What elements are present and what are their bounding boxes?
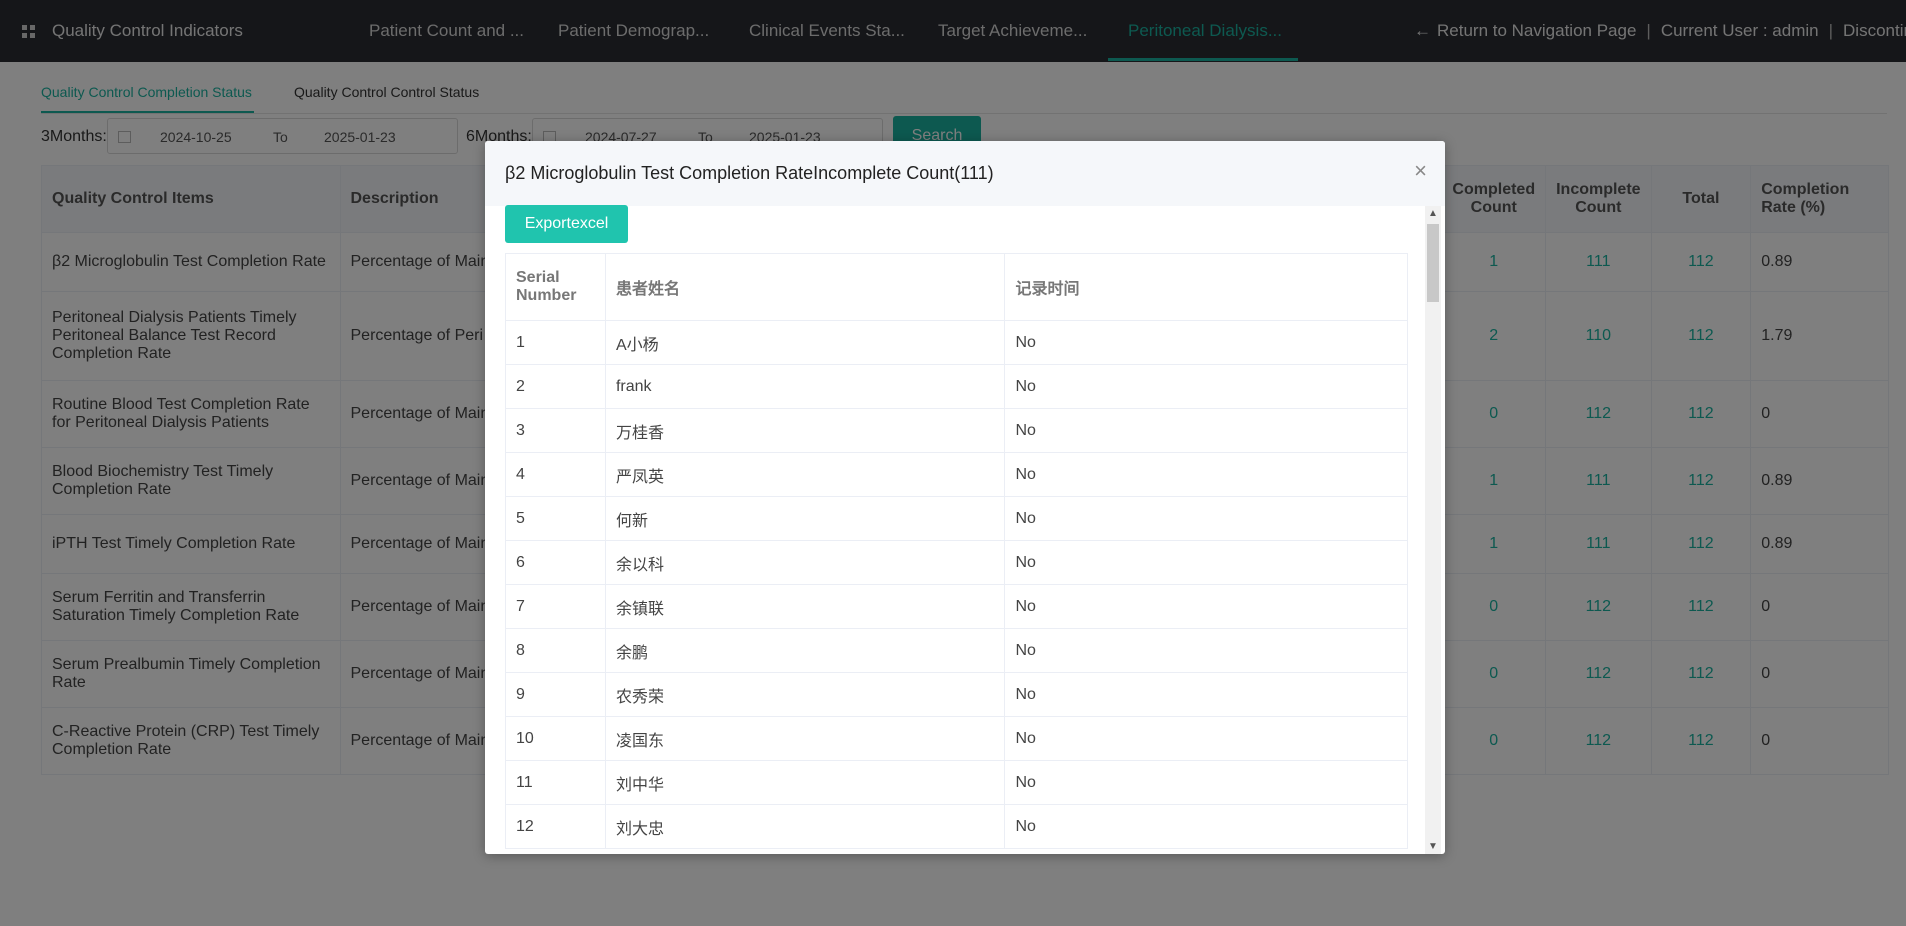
record-time-cell: No xyxy=(1004,408,1408,453)
header-serial-number: Serial Number xyxy=(505,253,606,321)
record-time-cell: No xyxy=(1004,584,1408,629)
serial-cell: 3 xyxy=(505,408,606,453)
patient-name-cell: 何新 xyxy=(604,496,1006,541)
table-row: 7 余镇联 No xyxy=(505,584,1408,629)
table-row: 3 万桂香 No xyxy=(505,408,1408,453)
serial-cell: 4 xyxy=(505,452,606,497)
patient-name-cell: 严凤英 xyxy=(604,452,1006,497)
patient-name-cell: 刘中华 xyxy=(604,760,1006,805)
patient-name-cell: frank xyxy=(604,364,1006,409)
serial-cell: 12 xyxy=(505,804,606,849)
header-patient-name: 患者姓名 xyxy=(604,253,1006,321)
patient-name-cell: 农秀荣 xyxy=(604,672,1006,717)
dialog-title: β2 Microglobulin Test Completion RateInc… xyxy=(505,163,994,183)
record-time-cell: No xyxy=(1004,320,1408,365)
record-time-cell: No xyxy=(1004,804,1408,849)
patient-name-cell: 凌国东 xyxy=(604,716,1006,761)
header-record-time: 记录时间 xyxy=(1004,253,1408,321)
dialog-scrollbar[interactable]: ▲ ▼ xyxy=(1425,206,1441,854)
patient-name-cell: 余以科 xyxy=(604,540,1006,585)
record-time-cell: No xyxy=(1004,540,1408,585)
record-time-cell: No xyxy=(1004,452,1408,497)
record-time-cell: No xyxy=(1004,364,1408,409)
table-row: 2 frank No xyxy=(505,364,1408,409)
serial-cell: 9 xyxy=(505,672,606,717)
table-row: 10 凌国东 No xyxy=(505,716,1408,761)
patient-name-cell: 余鹏 xyxy=(604,628,1006,673)
table-row: 12 刘大忠 No xyxy=(505,804,1408,849)
table-row: 5 何新 No xyxy=(505,496,1408,541)
serial-cell: 5 xyxy=(505,496,606,541)
incomplete-list-dialog: β2 Microglobulin Test Completion RateInc… xyxy=(485,141,1445,854)
close-icon[interactable]: × xyxy=(1414,158,1427,184)
record-time-cell: No xyxy=(1004,716,1408,761)
scroll-down-icon[interactable]: ▼ xyxy=(1428,841,1438,852)
dialog-header: β2 Microglobulin Test Completion RateInc… xyxy=(485,141,1445,206)
serial-cell: 11 xyxy=(505,760,606,805)
table-row: 11 刘中华 No xyxy=(505,760,1408,805)
scroll-up-icon[interactable]: ▲ xyxy=(1428,208,1438,219)
record-time-cell: No xyxy=(1004,628,1408,673)
table-row: 4 严凤英 No xyxy=(505,452,1408,497)
patient-name-cell: 刘大忠 xyxy=(604,804,1006,849)
record-time-cell: No xyxy=(1004,496,1408,541)
record-time-cell: No xyxy=(1004,760,1408,805)
patient-name-cell: 万桂香 xyxy=(604,408,1006,453)
export-excel-button[interactable]: Exportexcel xyxy=(505,205,628,243)
table-row: 1 A小杨 No xyxy=(505,320,1408,365)
serial-cell: 1 xyxy=(505,320,606,365)
serial-cell: 8 xyxy=(505,628,606,673)
table-row: 6 余以科 No xyxy=(505,540,1408,585)
patient-name-cell: A小杨 xyxy=(604,320,1006,365)
serial-cell: 7 xyxy=(505,584,606,629)
serial-cell: 10 xyxy=(505,716,606,761)
patient-name-cell: 余镇联 xyxy=(604,584,1006,629)
serial-cell: 6 xyxy=(505,540,606,585)
record-time-cell: No xyxy=(1004,672,1408,717)
serial-cell: 2 xyxy=(505,364,606,409)
table-row: 8 余鹏 No xyxy=(505,628,1408,673)
scrollbar-thumb[interactable] xyxy=(1427,224,1439,302)
incomplete-patients-table: Serial Number 患者姓名 记录时间 1 A小杨 No 2 frank No … xyxy=(505,253,1408,849)
table-row: 9 农秀荣 No xyxy=(505,672,1408,717)
